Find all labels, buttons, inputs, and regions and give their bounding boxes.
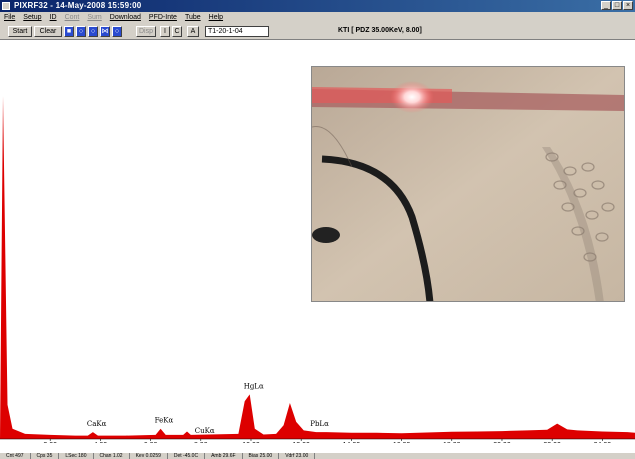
x-tick-label: 14.00 [343,442,361,443]
menu-sum[interactable]: Sum [83,12,105,24]
x-tick-label: 16.00 [393,442,411,443]
x-tick-label: 12.00 [292,442,310,443]
app-icon [2,2,10,10]
x-tick-label: 8.00 [194,442,208,443]
x-tick-label: 22.00 [543,442,561,443]
menu-bar: File Setup ID Cont Sum Download PFD-Inte… [0,12,635,24]
zoom-out-icon[interactable]: ○ [76,26,86,37]
peak-label: CaKα [87,420,107,428]
x-tick-label: 18.00 [443,442,461,443]
status-cps: Cps 35 [31,453,60,459]
menu-download[interactable]: Download [106,12,145,24]
menu-id[interactable]: ID [46,12,61,24]
minimize-button[interactable]: _ [601,1,611,10]
status-detector-temp: Det -45.0C [168,453,206,459]
window-controls: _ □ × [601,1,633,10]
toolbar: Start Clear ■ ○ ○ ⋈ ○ Disp I C A T1-20-1… [0,24,635,40]
menu-pfd-inte[interactable]: PFD-Inte [145,12,181,24]
kti-readout: KTI [ PDZ 35.00KeV, 8.00] [338,27,422,34]
peak-label: FeKα [155,417,174,425]
sample-photo-svg [312,67,624,301]
status-bar: Cnt 497 Cps 35 LSec 180 Chan 1.02 Kev 0.… [0,453,635,459]
status-live-seconds: LSec 180 [59,453,94,459]
menu-help[interactable]: Help [205,12,227,24]
title-bar: PIXRF32 - 14-May-2008 15:59:00 _ □ × [0,0,635,12]
maximize-button[interactable]: □ [612,1,622,10]
sample-id-field[interactable]: T1-20-1-04 [205,26,269,37]
window-title: PIXRF32 - 14-May-2008 15:59:00 [14,1,142,10]
status-kev: Kev 0.0259 [130,453,168,459]
peak-label: CuKα [195,427,215,435]
disp-button[interactable]: Disp [136,26,156,37]
status-bias: Bias 25.00 [243,453,280,459]
zoom-in-icon[interactable]: ○ [88,26,98,37]
status-vdrf: Vdrf 23.00 [279,453,316,459]
close-button[interactable]: × [623,1,633,10]
c-button[interactable]: C [172,26,182,37]
menu-cont[interactable]: Cont [61,12,84,24]
x-tick-label: 2.00 [43,442,57,443]
clear-button[interactable]: Clear [34,26,62,37]
menu-tube[interactable]: Tube [181,12,205,24]
x-tick-label: 4.00 [94,442,108,443]
zoom-select-icon[interactable]: ■ [64,26,74,37]
x-tick-label: 10.00 [242,442,260,443]
ticks-layer: 2.00 4.00 6.00 8.00 10.00 12.00 14.00 16.00 18.0… [0,438,635,449]
x-tick-label: 24.00 [594,442,612,443]
peak-label: HgLα [244,382,264,390]
menu-file[interactable]: File [0,12,19,24]
x-tick-label: 20.00 [493,442,511,443]
x-tick-label: 6.00 [144,442,158,443]
start-button[interactable]: Start [8,26,32,37]
sample-camera-image [311,66,625,302]
status-channel: Chan 1.02 [94,453,130,459]
a-button[interactable]: A [187,26,199,37]
menu-setup[interactable]: Setup [19,12,45,24]
i-button[interactable]: I [160,26,170,37]
zoom-fit-icon[interactable]: ⋈ [100,26,110,37]
status-count: Cnt 497 [0,453,31,459]
status-ambient-temp: Amb 29.6F [205,453,243,459]
zoom-reset-icon[interactable]: ○ [112,26,122,37]
peak-label: PbLα [310,420,329,428]
